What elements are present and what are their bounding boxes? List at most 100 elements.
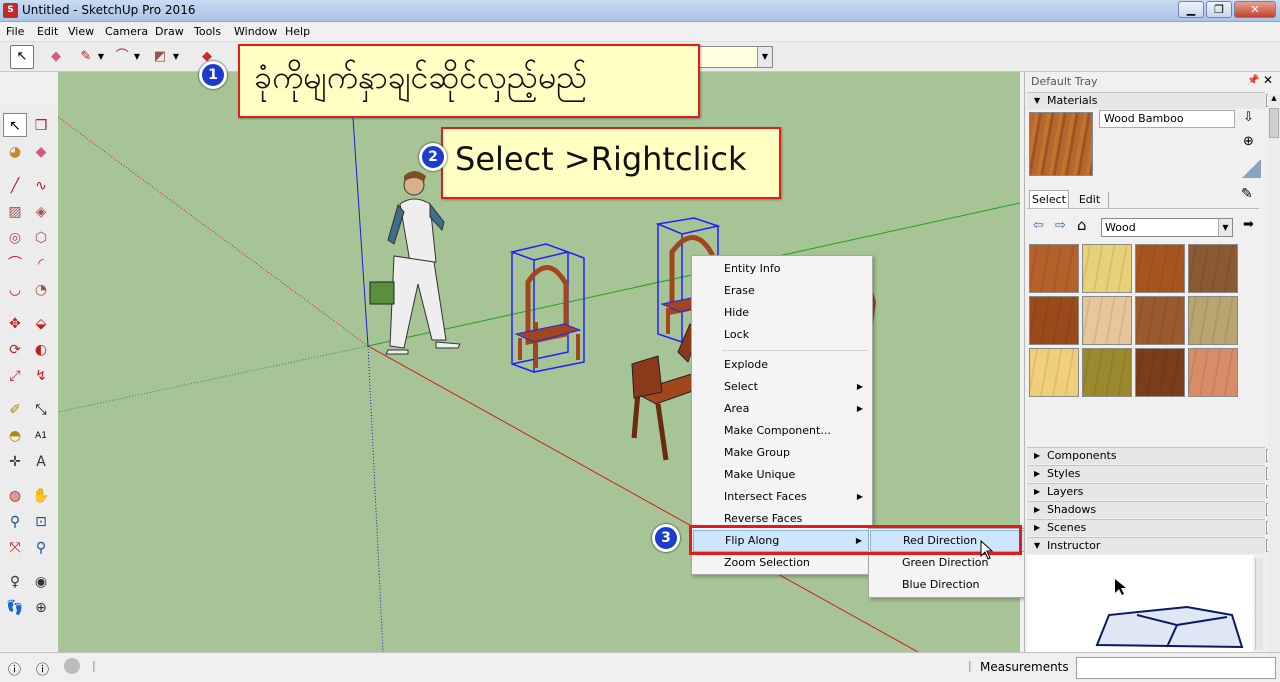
instructor-scrollbar[interactable]: [1255, 558, 1263, 650]
material-swatch[interactable]: [1188, 296, 1238, 345]
paint-bucket-icon[interactable]: ◕: [3, 139, 27, 163]
shape-tool-icon[interactable]: ◩: [148, 45, 172, 69]
menu-item-make-unique[interactable]: Make Unique: [693, 464, 871, 486]
rotated-rectangle-icon[interactable]: ◈: [29, 199, 53, 223]
text-tool-icon[interactable]: A1: [29, 423, 53, 447]
menu-item-reverse-faces[interactable]: Reverse Faces: [693, 508, 871, 530]
three-point-arc-icon[interactable]: ◡: [3, 277, 27, 301]
material-swatch[interactable]: [1029, 296, 1079, 345]
material-swatch[interactable]: [1029, 348, 1079, 397]
arc-tool-icon[interactable]: ⌒: [3, 251, 27, 275]
material-swatch[interactable]: [1135, 296, 1185, 345]
menu-item-flip-along[interactable]: Flip Along ▶: [693, 530, 871, 552]
display-secondary-icon[interactable]: ⇩: [1243, 110, 1254, 125]
menu-view[interactable]: View: [68, 25, 94, 38]
scroll-thumb[interactable]: [1269, 108, 1279, 138]
material-swatch[interactable]: [1135, 348, 1185, 397]
material-swatch[interactable]: [1082, 244, 1132, 293]
restore-button[interactable]: ❐: [1206, 1, 1232, 18]
polygon-tool-icon[interactable]: ⬡: [29, 225, 53, 249]
material-swatch[interactable]: [1188, 244, 1238, 293]
make-component-icon[interactable]: ❒: [29, 113, 53, 137]
pan-tool-icon[interactable]: ✋: [29, 483, 53, 507]
circle-tool-icon[interactable]: ◎: [3, 225, 27, 249]
zoom-window-icon[interactable]: ⊡: [29, 509, 53, 533]
position-camera-icon[interactable]: ♀: [3, 569, 27, 593]
menu-draw[interactable]: Draw: [155, 25, 184, 38]
zoom-extents-icon[interactable]: ⤧: [3, 535, 27, 559]
menu-item-select[interactable]: Select ▶: [693, 376, 871, 398]
default-material-icon[interactable]: [1241, 160, 1261, 178]
material-swatch[interactable]: [1082, 348, 1132, 397]
offset-tool-icon[interactable]: ↯: [29, 363, 53, 387]
menu-item-area[interactable]: Area ▶: [693, 398, 871, 420]
create-material-icon[interactable]: ⊕: [1243, 134, 1254, 149]
home-icon[interactable]: ⌂: [1077, 216, 1087, 234]
menu-file[interactable]: File: [6, 25, 24, 38]
tab-select[interactable]: Select: [1029, 190, 1069, 208]
instructor-header[interactable]: ▼Instructor✕: [1027, 537, 1279, 554]
forward-arrow-icon[interactable]: ⇨: [1055, 218, 1066, 233]
tray-scrollbar[interactable]: ▲: [1268, 94, 1280, 654]
freehand-tool-icon[interactable]: ∿: [29, 173, 53, 197]
look-around-icon[interactable]: ◉: [29, 569, 53, 593]
menu-item-intersect-faces[interactable]: Intersect Faces ▶: [693, 486, 871, 508]
scenes-header[interactable]: ▶Scenes✕: [1027, 519, 1279, 536]
chevron-down-icon[interactable]: ▼: [757, 47, 772, 67]
close-icon[interactable]: ✕: [1263, 73, 1273, 87]
two-point-arc-icon[interactable]: ◜: [29, 251, 53, 275]
select-tool-icon[interactable]: ↖: [10, 45, 34, 69]
minimize-button[interactable]: ▁: [1178, 1, 1204, 18]
menu-item-lock[interactable]: Lock: [693, 324, 871, 346]
rotate-tool-icon[interactable]: ⟳: [3, 337, 27, 361]
menu-item-green-direction[interactable]: Green Direction: [870, 552, 1026, 574]
eraser-tool-icon[interactable]: ◆: [29, 139, 53, 163]
dimension-tool-icon[interactable]: ⤡: [29, 397, 53, 421]
menu-item-entity-info[interactable]: Entity Info: [693, 258, 871, 280]
credits-icon[interactable]: ⓘ: [36, 659, 49, 678]
rectangle-tool-icon[interactable]: ▨: [3, 199, 27, 223]
user-avatar-icon[interactable]: [64, 658, 80, 674]
components-header[interactable]: ▶Components✕: [1027, 447, 1279, 464]
chevron-down-icon[interactable]: ▼: [1218, 219, 1232, 236]
material-swatch[interactable]: [1029, 244, 1079, 293]
pin-icon[interactable]: 📌: [1247, 75, 1259, 86]
orbit-tool-icon[interactable]: ◍: [3, 483, 27, 507]
library-dropdown[interactable]: Wood ▼: [1101, 218, 1233, 237]
walk-tool-icon[interactable]: 👣: [3, 595, 27, 619]
menu-item-explode[interactable]: Explode: [693, 354, 871, 376]
menu-item-hide[interactable]: Hide: [693, 302, 871, 324]
menu-item-blue-direction[interactable]: Blue Direction: [870, 574, 1026, 596]
material-name-input[interactable]: Wood Bamboo: [1099, 110, 1235, 128]
push-pull-tool-icon[interactable]: ⬙: [29, 311, 53, 335]
chevron-down-icon[interactable]: ▼: [170, 45, 182, 69]
menu-edit[interactable]: Edit: [37, 25, 58, 38]
move-tool-icon[interactable]: ✥: [3, 311, 27, 335]
pie-tool-icon[interactable]: ◔: [29, 277, 53, 301]
layers-header[interactable]: ▶Layers✕: [1027, 483, 1279, 500]
close-button[interactable]: ✕: [1234, 1, 1276, 18]
back-arrow-icon[interactable]: ⇦: [1033, 218, 1044, 233]
geo-location-icon[interactable]: ⓘ: [8, 659, 21, 678]
shadows-header[interactable]: ▶Shadows✕: [1027, 501, 1279, 518]
material-swatch[interactable]: [1188, 348, 1238, 397]
line-tool-icon[interactable]: ╱: [3, 173, 27, 197]
menu-item-zoom-selection[interactable]: Zoom Selection: [693, 552, 871, 574]
tab-edit[interactable]: Edit: [1071, 192, 1109, 208]
chevron-down-icon[interactable]: ▼: [131, 45, 143, 69]
material-swatch[interactable]: [1082, 296, 1132, 345]
previous-view-icon[interactable]: ⚲: [29, 535, 53, 559]
tape-measure-icon[interactable]: ✐: [3, 397, 27, 421]
select-tool-icon[interactable]: ↖: [3, 113, 27, 137]
sample-paint-icon[interactable]: ✎: [1241, 186, 1253, 202]
zoom-tool-icon[interactable]: ⚲: [3, 509, 27, 533]
menu-camera[interactable]: Camera: [105, 25, 148, 38]
scroll-up-icon[interactable]: ▲: [1268, 94, 1280, 106]
follow-me-icon[interactable]: ◐: [29, 337, 53, 361]
materials-header[interactable]: ▼ Materials ✕: [1027, 92, 1279, 109]
menu-item-red-direction[interactable]: Red Direction: [870, 530, 1026, 552]
menu-item-make-group[interactable]: Make Group: [693, 442, 871, 464]
menu-item-erase[interactable]: Erase: [693, 280, 871, 302]
scale-tool-icon[interactable]: ⤢: [3, 363, 27, 387]
menu-item-make-component[interactable]: Make Component...: [693, 420, 871, 442]
